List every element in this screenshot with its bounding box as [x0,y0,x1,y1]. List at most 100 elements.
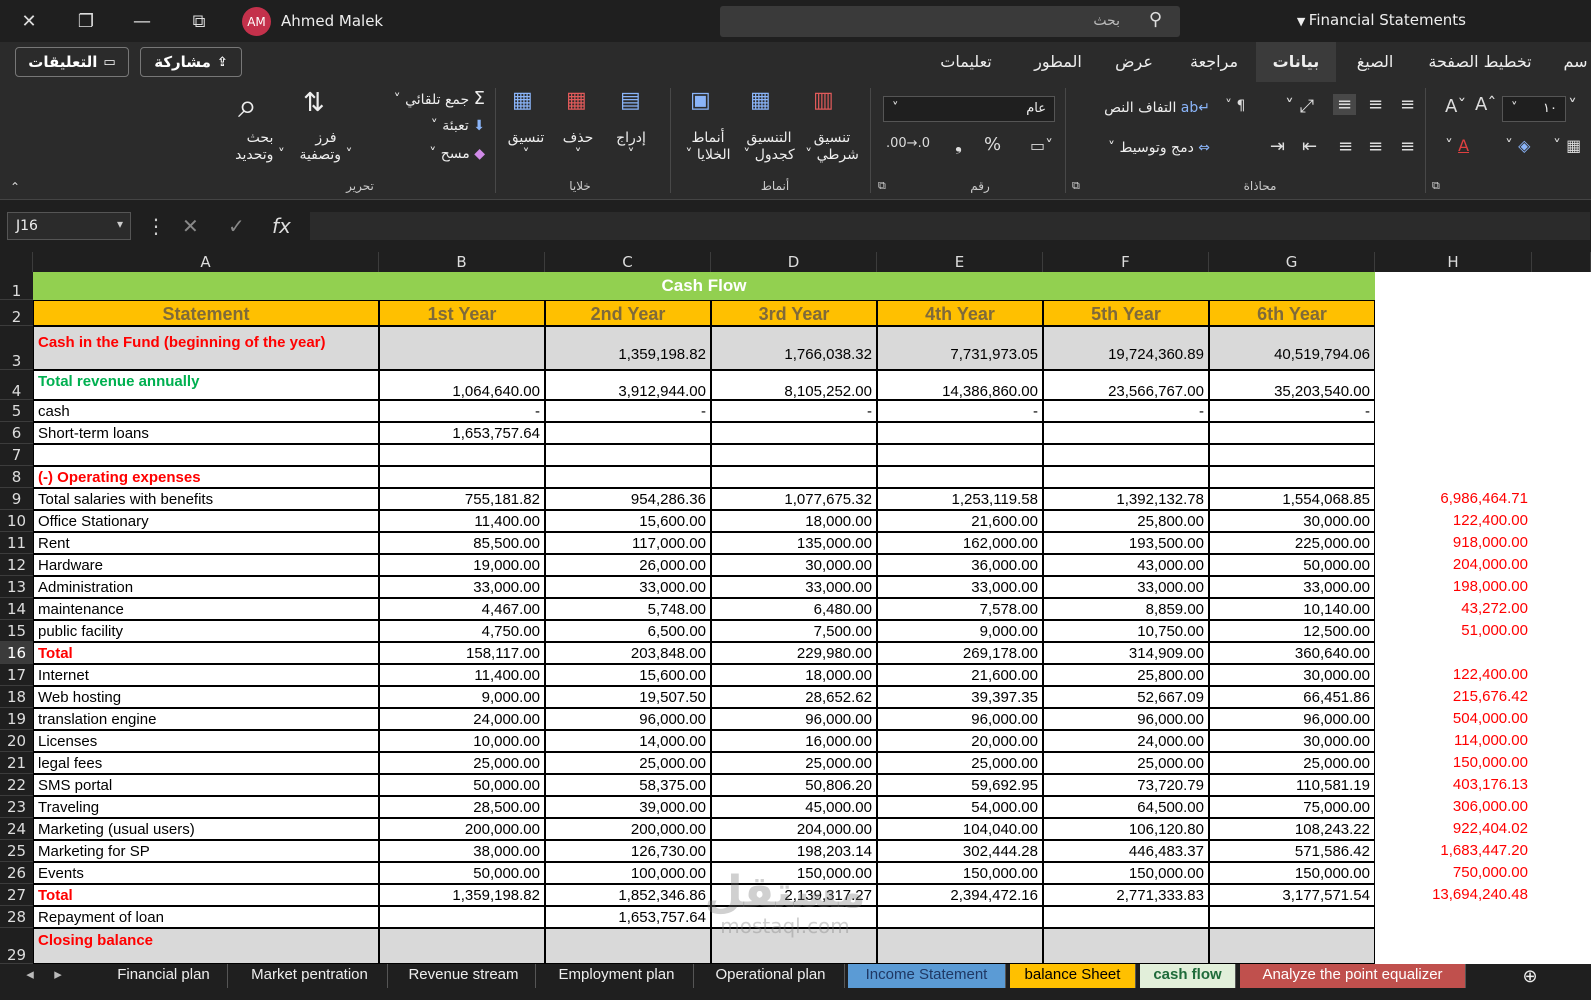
value-cell[interactable]: 8,859.00 [1043,598,1209,620]
row-label[interactable]: Licenses [33,730,379,752]
row-header-25[interactable]: 25 [0,840,33,862]
sheet-tab[interactable]: Financial plan [100,964,228,988]
value-cell[interactable]: 15,600.00 [545,664,711,686]
total-cell[interactable]: 13,694,240.48 [1375,884,1532,906]
value-cell[interactable]: 7,500.00 [711,620,877,642]
search-input[interactable]: بحث ⚲ [720,6,1180,37]
value-cell[interactable]: 158,117.00 [379,642,545,664]
row-header-11[interactable]: 11 [0,532,33,554]
total-cell[interactable]: 198,000.00 [1375,576,1532,598]
value-cell[interactable]: 25,000.00 [545,752,711,774]
value-cell[interactable]: - [711,400,877,422]
value-cell[interactable]: 50,000.00 [379,862,545,884]
value-cell[interactable] [877,928,1043,964]
total-cell[interactable] [1375,642,1532,664]
value-cell[interactable]: 25,800.00 [1043,664,1209,686]
restore-icon[interactable]: ❐ [70,6,102,36]
column-title[interactable]: 1st Year [379,300,545,326]
value-cell[interactable]: 10,140.00 [1209,598,1375,620]
value-cell[interactable]: 106,120.80 [1043,818,1209,840]
conditional-format-button[interactable]: تنسيق ˅ شرطي [802,130,862,164]
total-cell[interactable]: 750,000.00 [1375,862,1532,884]
value-cell[interactable] [877,422,1043,444]
total-cell[interactable]: 306,000.00 [1375,796,1532,818]
row-label[interactable]: Rent [33,532,379,554]
delete-button[interactable]: حذف ˅ [556,130,600,164]
value-cell[interactable]: 571,586.42 [1209,840,1375,862]
value-cell[interactable]: 225,000.00 [1209,532,1375,554]
value-cell[interactable]: 755,181.82 [379,488,545,510]
total-cell[interactable] [1375,466,1532,488]
value-cell[interactable]: 4,467.00 [379,598,545,620]
value-cell[interactable]: 200,000.00 [379,818,545,840]
column-header-f[interactable]: F [1043,252,1209,272]
close-icon[interactable]: ✕ [13,6,45,36]
row-header-16[interactable]: 16 [0,642,33,664]
value-cell[interactable]: 25,000.00 [877,752,1043,774]
value-cell[interactable]: 18,000.00 [711,664,877,686]
value-cell[interactable]: 4,750.00 [379,620,545,642]
total-cell[interactable] [1375,928,1532,964]
row-label[interactable] [33,444,379,466]
row-header-12[interactable]: 12 [0,554,33,576]
value-cell[interactable]: 14,000.00 [545,730,711,752]
total-cell[interactable]: 51,000.00 [1375,620,1532,642]
autosum-button[interactable]: ˅ جمع تلقائي Σ [375,90,485,109]
value-cell[interactable]: 40,519,794.06 [1209,326,1375,370]
value-cell[interactable]: 110,581.19 [1209,774,1375,796]
row-header-19[interactable]: 19 [0,708,33,730]
value-cell[interactable]: 3,912,944.00 [545,370,711,400]
value-cell[interactable]: 1,077,675.32 [711,488,877,510]
value-cell[interactable]: - [545,400,711,422]
value-cell[interactable]: 33,000.00 [711,576,877,598]
value-cell[interactable] [1209,928,1375,964]
insert-cells-icon[interactable]: ▤ [620,88,641,113]
value-cell[interactable]: 50,000.00 [379,774,545,796]
value-cell[interactable]: 11,400.00 [379,664,545,686]
value-cell[interactable]: 30,000.00 [1209,730,1375,752]
value-cell[interactable]: 20,000.00 [877,730,1043,752]
format-button[interactable]: تنسيق ˅ [500,130,552,164]
row-label[interactable]: public facility [33,620,379,642]
column-title[interactable]: 6th Year [1209,300,1375,326]
row-header-17[interactable]: 17 [0,664,33,686]
row-label[interactable]: Total revenue annually [33,370,379,400]
column-header-b[interactable]: B [379,252,545,272]
row-header-6[interactable]: 6 [0,422,33,444]
value-cell[interactable]: 16,000.00 [711,730,877,752]
column-title[interactable]: 2nd Year [545,300,711,326]
row-label[interactable]: (-) Operating expenses [33,466,379,488]
value-cell[interactable]: 33,000.00 [1043,576,1209,598]
percent-icon[interactable]: % [984,134,1001,155]
value-cell[interactable]: 35,203,540.00 [1209,370,1375,400]
value-cell[interactable]: 9,000.00 [877,620,1043,642]
value-cell[interactable] [1043,928,1209,964]
value-cell[interactable]: 1,359,198.82 [545,326,711,370]
align-top-icon[interactable]: ≡ [1333,94,1357,115]
value-cell[interactable]: 23,566,767.00 [1043,370,1209,400]
row-label[interactable]: SMS portal [33,774,379,796]
insert-button[interactable]: إدراج ˅ [606,130,656,164]
value-cell[interactable]: 45,000.00 [711,796,877,818]
value-cell[interactable]: 50,000.00 [1209,554,1375,576]
decrease-decimal-icon[interactable]: .00→.0 [886,136,930,151]
row-label[interactable]: Closing balance [33,928,379,964]
row-label[interactable]: Total [33,884,379,906]
column-title[interactable]: 3rd Year [711,300,877,326]
name-box[interactable]: J16 [7,212,131,240]
row-header-10[interactable]: 10 [0,510,33,532]
column-title[interactable]: Statement [33,300,379,326]
column-header-e[interactable]: E [877,252,1043,272]
add-sheet-icon[interactable]: ⊕ [1518,964,1542,988]
merge-center-button[interactable]: ˅ دمج وتوسيط ⇔ [1080,140,1210,157]
value-cell[interactable]: 11,400.00 [379,510,545,532]
expand-dialog-icon[interactable]: ⧉ [1072,179,1080,193]
value-cell[interactable]: 96,000.00 [1209,708,1375,730]
total-cell[interactable]: 215,676.42 [1375,686,1532,708]
value-cell[interactable]: 6,480.00 [711,598,877,620]
value-cell[interactable]: 24,000.00 [1043,730,1209,752]
total-cell[interactable]: 6,986,464.71 [1375,488,1532,510]
value-cell[interactable] [545,466,711,488]
value-cell[interactable]: 1,064,640.00 [379,370,545,400]
value-cell[interactable]: 162,000.00 [877,532,1043,554]
